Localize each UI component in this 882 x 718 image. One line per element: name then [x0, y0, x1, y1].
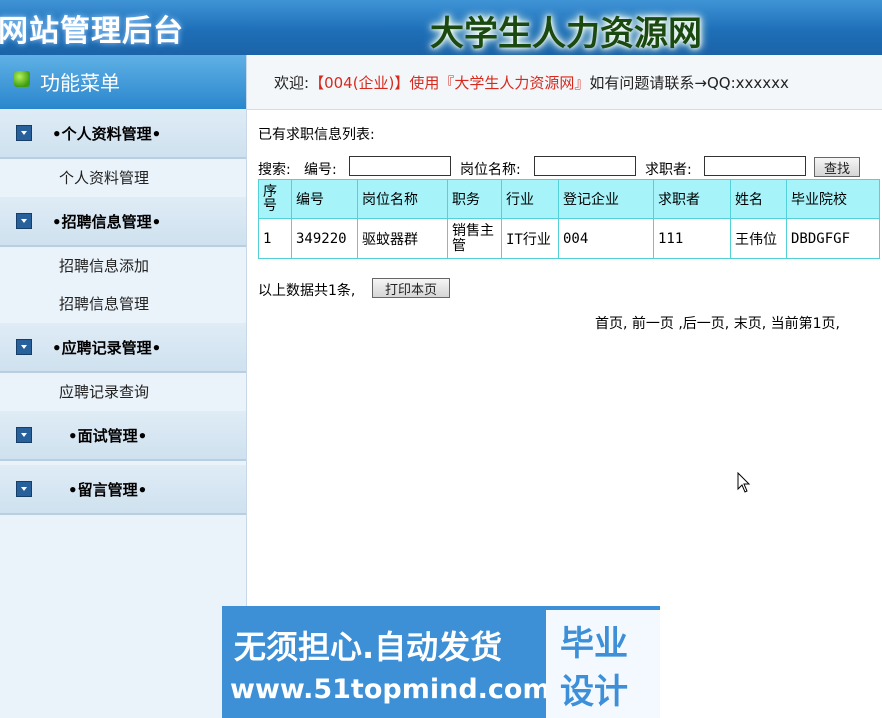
welcome-prefix: 欢迎:: [274, 74, 310, 92]
menu-group-recruit[interactable]: •招聘信息管理•: [0, 197, 246, 247]
sidebar-item-recruit-manage[interactable]: 招聘信息管理: [0, 285, 246, 323]
promo-badge-line2: 设计: [560, 672, 628, 712]
menu-group-applications[interactable]: •应聘记录管理•: [0, 323, 246, 373]
total-bar: 以上数据共1条, 打印本页: [258, 278, 450, 300]
field-id-label: 编号:: [304, 162, 337, 178]
cell-name: 王伟位: [730, 218, 787, 259]
pagination[interactable]: 首页, 前一页 ,后一页, 末页, 当前第1页,: [595, 313, 840, 333]
sidebar-item-recruit-add[interactable]: 招聘信息添加: [0, 247, 246, 285]
cell-duty: 销售主管: [447, 218, 502, 259]
col-header-name: 姓名: [730, 179, 787, 219]
cell-company: 004: [558, 218, 654, 259]
print-button[interactable]: 打印本页: [372, 278, 450, 298]
promo-slogan: 无须担心.自动发货: [234, 628, 503, 666]
col-header-applicant: 求职者: [653, 179, 731, 219]
promo-url: www.51topmind.com: [230, 674, 551, 705]
top-header: 网站管理后台 大学生人力资源网: [0, 0, 882, 55]
menu-group-messages[interactable]: •留言管理•: [0, 465, 246, 515]
expand-arrow-icon[interactable]: [16, 125, 32, 141]
applicant-search-input[interactable]: [704, 156, 806, 176]
col-header-id: 编号: [291, 179, 358, 219]
menu-group-label[interactable]: •个人资料管理•: [52, 123, 161, 144]
mouse-cursor-icon: [737, 472, 751, 493]
sidebar-item-profile-manage[interactable]: 个人资料管理: [0, 159, 246, 197]
menu-group-label[interactable]: •留言管理•: [68, 479, 147, 500]
field-position-label: 岗位名称:: [460, 162, 521, 178]
menu-header: 功能菜单: [0, 55, 246, 109]
welcome-contact: 如有问题请联系→QQ:xxxxxx: [589, 74, 789, 92]
search-button[interactable]: 查找: [814, 157, 860, 177]
cell-school: DBDGFGF: [786, 218, 880, 259]
expand-arrow-icon[interactable]: [16, 427, 32, 443]
promo-badge: 毕业 设计: [546, 610, 660, 718]
list-title: 已有求职信息列表:: [258, 127, 375, 143]
field-applicant-label: 求职者:: [645, 162, 692, 178]
total-count-text: 以上数据共1条,: [258, 283, 356, 299]
col-header-industry: 行业: [501, 179, 559, 219]
cube-icon: [14, 71, 30, 87]
menu-group-label[interactable]: •招聘信息管理•: [52, 211, 161, 232]
cell-applicant: 111: [653, 218, 731, 259]
menu-group-label[interactable]: •面试管理•: [68, 425, 147, 446]
menu-title: 功能菜单: [40, 71, 120, 95]
cell-id: 349220: [291, 218, 358, 259]
col-header-company: 登记企业: [558, 179, 654, 219]
id-search-input[interactable]: [349, 156, 451, 176]
table-header-row: 序号 编号 岗位名称 职务 行业 登记企业 求职者 姓名 毕业院校: [258, 179, 880, 219]
admin-title: 网站管理后台: [0, 14, 184, 49]
cell-industry: IT行业: [501, 218, 559, 259]
expand-arrow-icon[interactable]: [16, 481, 32, 497]
cell-index: 1: [258, 218, 292, 259]
menu-group-profile[interactable]: •个人资料管理•: [0, 109, 246, 159]
job-table: 序号 编号 岗位名称 职务 行业 登记企业 求职者 姓名 毕业院校 1 3492…: [258, 179, 880, 259]
col-header-school: 毕业院校: [786, 179, 880, 219]
promo-banner: 无须担心.自动发货 www.51topmind.com 毕业 设计: [222, 606, 660, 718]
col-header-duty: 职务: [447, 179, 502, 219]
sidebar: 功能菜单 •个人资料管理• 个人资料管理 •招聘信息管理• 招聘信息添加 招聘信…: [0, 55, 247, 718]
sidebar-item-application-query[interactable]: 应聘记录查询: [0, 373, 246, 411]
site-title: 大学生人力资源网: [430, 14, 702, 54]
cell-position: 驱蚊器群: [357, 218, 448, 259]
welcome-user: 【004(企业)】使用『大学生人力资源网』: [309, 74, 590, 92]
menu-group-interview[interactable]: •面试管理•: [0, 411, 246, 461]
promo-badge-line1: 毕业: [560, 624, 628, 664]
expand-arrow-icon[interactable]: [16, 213, 32, 229]
expand-arrow-icon[interactable]: [16, 339, 32, 355]
col-header-index: 序号: [258, 179, 292, 219]
table-row: 1 349220 驱蚊器群 销售主管 IT行业 004 111 王伟位 DBDG…: [258, 218, 880, 259]
menu-group-label[interactable]: •应聘记录管理•: [52, 337, 161, 358]
search-label: 搜索:: [258, 162, 291, 178]
welcome-bar: 欢迎:【004(企业)】使用『大学生人力资源网』如有问题请联系→QQ:xxxxx…: [247, 55, 882, 110]
col-header-position: 岗位名称: [357, 179, 448, 219]
position-search-input[interactable]: [534, 156, 636, 176]
